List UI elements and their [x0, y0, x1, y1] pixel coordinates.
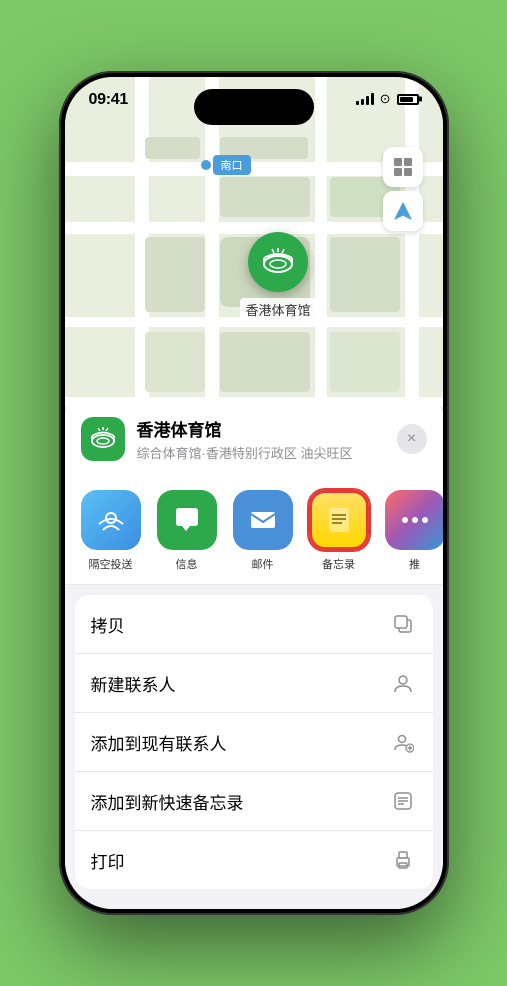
action-new-contact[interactable]: 新建联系人 — [75, 654, 433, 713]
map-type-button[interactable] — [383, 147, 423, 187]
stadium-pin: 香港体育馆 — [240, 232, 317, 321]
airdrop-label: 隔空投送 — [89, 556, 133, 572]
mail-icon — [233, 490, 293, 550]
wifi-icon: ⊙ — [380, 91, 391, 107]
share-row: 隔空投送 信息 — [65, 474, 443, 585]
venue-icon — [81, 417, 125, 461]
quick-note-icon — [389, 787, 417, 815]
venue-subtitle: 综合体育馆·香港特别行政区 油尖旺区 — [137, 443, 397, 462]
signal-icon — [356, 93, 374, 105]
action-print[interactable]: 打印 — [75, 831, 433, 889]
share-notes[interactable]: 备忘录 — [309, 490, 369, 572]
close-button[interactable]: × — [397, 424, 427, 454]
share-mail[interactable]: 邮件 — [233, 490, 293, 572]
sheet-header: 香港体育馆 综合体育馆·香港特别行政区 油尖旺区 × — [65, 400, 443, 474]
share-airdrop[interactable]: 隔空投送 — [81, 490, 141, 572]
venue-name: 香港体育馆 — [137, 416, 397, 441]
map-controls — [383, 147, 423, 235]
action-copy-label: 拷贝 — [91, 612, 125, 637]
status-time: 09:41 — [89, 91, 128, 109]
share-messages[interactable]: 信息 — [157, 490, 217, 572]
action-add-to-contact[interactable]: 添加到现有联系人 — [75, 713, 433, 772]
location-button[interactable] — [383, 191, 423, 231]
messages-label: 信息 — [176, 556, 198, 572]
print-icon — [389, 846, 417, 874]
action-new-contact-label: 新建联系人 — [91, 671, 176, 696]
bottom-sheet: 香港体育馆 综合体育馆·香港特别行政区 油尖旺区 × 隔空投 — [65, 400, 443, 909]
battery-icon — [397, 94, 419, 105]
action-add-contact-label: 添加到现有联系人 — [91, 730, 227, 755]
share-more[interactable]: 推 — [385, 490, 443, 572]
phone-screen: 09:41 ⊙ 南口 — [65, 77, 443, 909]
messages-icon — [157, 490, 217, 550]
dynamic-island — [194, 89, 314, 125]
add-contact-icon — [389, 728, 417, 756]
action-print-label: 打印 — [91, 848, 125, 873]
notes-icon — [309, 490, 369, 550]
more-label: 推 — [409, 556, 420, 572]
more-icon — [385, 490, 443, 550]
notes-label: 备忘录 — [322, 556, 355, 572]
mail-label: 邮件 — [252, 556, 274, 572]
action-list: 拷贝 新建联系人 — [75, 595, 433, 889]
pin-label: 香港体育馆 — [240, 298, 317, 321]
new-contact-icon — [389, 669, 417, 697]
phone-frame: 09:41 ⊙ 南口 — [59, 71, 449, 915]
action-quick-note[interactable]: 添加到新快速备忘录 — [75, 772, 433, 831]
location-label: 南口 — [213, 155, 251, 175]
pin-circle — [248, 232, 308, 292]
status-icons: ⊙ — [356, 91, 419, 107]
copy-icon — [389, 610, 417, 638]
action-quick-note-label: 添加到新快速备忘录 — [91, 789, 244, 814]
airdrop-icon — [81, 490, 141, 550]
venue-info: 香港体育馆 综合体育馆·香港特别行政区 油尖旺区 — [137, 416, 397, 462]
action-copy[interactable]: 拷贝 — [75, 595, 433, 654]
